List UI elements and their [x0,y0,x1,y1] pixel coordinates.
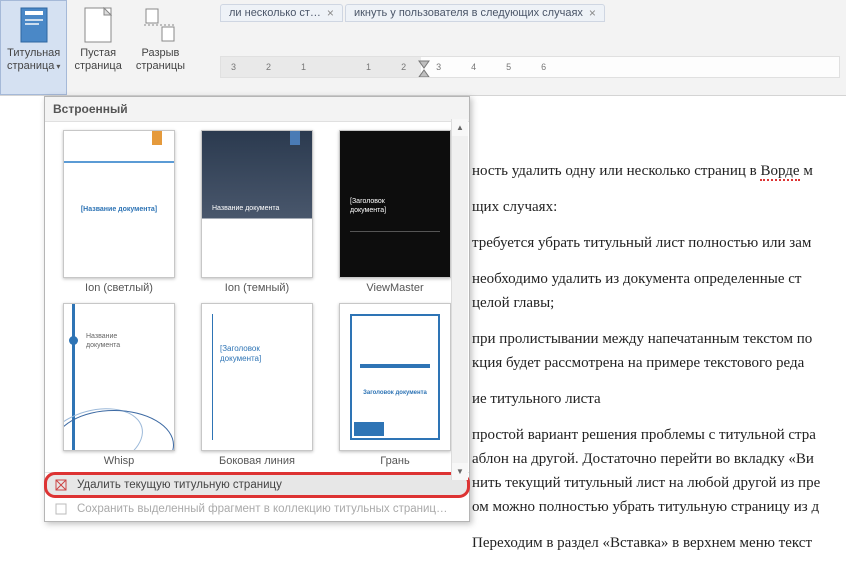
thumb-label: Боковая линия [219,455,295,467]
thumb-label: Грань [380,455,409,467]
doc-tab-1[interactable]: ли несколько ст… × [220,4,343,22]
thumb-title: Заголовок документа [340,390,450,396]
thumb-title: Название документа [212,205,279,212]
doc-text: м [800,163,813,179]
ruler-tick: 4 [471,62,476,72]
cover-page-icon [18,5,50,45]
horizontal-ruler[interactable]: 3 2 1 1 2 3 4 5 6 [220,56,840,78]
thumb-title: Название документа [86,332,120,350]
tab-1-title: ли несколько ст… [229,7,321,19]
indent-marker-icon[interactable] [417,57,431,78]
blank-page-button[interactable]: Пустая страница [67,0,128,95]
thumb-title: [Заголовок документа] [350,197,386,215]
chevron-down-icon: ▾ [56,62,60,71]
blank-page-label: Пустая страница [74,47,121,73]
cover-page-label: Титульная страница [7,47,60,72]
doc-text: кция будет рассмотрена на примере тексто… [472,352,836,374]
action-label: Удалить текущую титульную страницу [77,479,282,491]
save-selection-action: Сохранить выделенный фрагмент в коллекци… [45,497,469,521]
page-break-label: Разрыв страницы [136,47,185,73]
template-ion-light[interactable]: [Название документа] Ion (светлый) [53,130,185,297]
dropdown-header: Встроенный [45,97,469,122]
doc-text: при пролистывании между напечатанным тек… [472,328,836,350]
thumb-label: Whisp [104,455,135,467]
action-label: Сохранить выделенный фрагмент в коллекци… [77,503,448,515]
doc-text: нить текущий титульный лист на любой дру… [472,472,836,494]
doc-tab-2[interactable]: икнуть у пользователя в следующих случая… [345,4,605,22]
doc-text: ие титульного листа [472,388,836,410]
scroll-down-icon[interactable]: ▼ [452,463,468,480]
doc-text: Переходим в раздел «Вставка» в верхнем м… [472,532,836,554]
thumb-title: [Название документа] [64,206,174,213]
doc-text: целой главы; [472,292,836,314]
dropdown-actions: Удалить текущую титульную страницу Сохра… [45,472,469,521]
thumb-label: Ion (светлый) [85,282,153,294]
blank-page-icon [82,5,114,45]
ruler-tick: 1 [301,62,306,72]
doc-text: ность удалить одну или несколько страниц… [472,163,760,179]
thumb-title: [Заголовок документа] [220,344,261,364]
doc-text: требуется убрать титульный лист полность… [472,232,836,254]
page-break-button[interactable]: Разрыв страницы [129,0,192,95]
ruler-tick: 3 [436,62,441,72]
ruler-tick: 2 [266,62,271,72]
ruler-tick: 2 [401,62,406,72]
doc-text: аблон на другой. Достаточно перейти во в… [472,448,836,470]
template-ion-dark[interactable]: Название документа Ion (темный) [191,130,323,297]
dropdown-scrollbar[interactable]: ▲ ▼ [451,119,468,480]
spell-error: Ворде [760,163,799,181]
template-sideline[interactable]: [Заголовок документа] Боковая линия [191,303,323,470]
delete-cover-page-action[interactable]: Удалить текущую титульную страницу [45,473,469,497]
ribbon: Титульная страница▾ Пустая страница Разр… [0,0,846,96]
template-edge[interactable]: Заголовок документа Грань [329,303,461,470]
cover-page-button[interactable]: Титульная страница▾ [0,0,67,95]
template-grid: [Название документа] Ion (светлый) Назва… [45,122,469,472]
delete-icon [53,477,69,493]
doc-text: щих случаях: [472,196,836,218]
tab-2-title: икнуть у пользователя в следующих случая… [354,7,583,19]
save-icon [53,501,69,517]
scroll-up-icon[interactable]: ▲ [452,119,468,136]
document-tabs: ли несколько ст… × икнуть у пользователя… [220,2,607,24]
close-icon[interactable]: × [589,7,596,19]
document-body[interactable]: ность удалить одну или несколько страниц… [472,160,842,558]
cover-page-dropdown: Встроенный [Название документа] Ion (све… [44,96,470,522]
thumb-label: ViewMaster [366,282,423,294]
template-whisp[interactable]: Название документа Whisp [53,303,185,470]
ruler-tick: 3 [231,62,236,72]
close-icon[interactable]: × [327,7,334,19]
template-viewmaster[interactable]: [Заголовок документа] ViewMaster [329,130,461,297]
ruler-tick: 6 [541,62,546,72]
thumb-label: Ion (темный) [225,282,289,294]
page-break-icon [144,5,176,45]
doc-text: ом можно полностью убрать титульную стра… [472,496,836,518]
ruler-tick: 1 [366,62,371,72]
doc-text: необходимо удалить из документа определе… [472,268,836,290]
ruler-tick: 5 [506,62,511,72]
doc-text: простой вариант решения проблемы с титул… [472,424,836,446]
